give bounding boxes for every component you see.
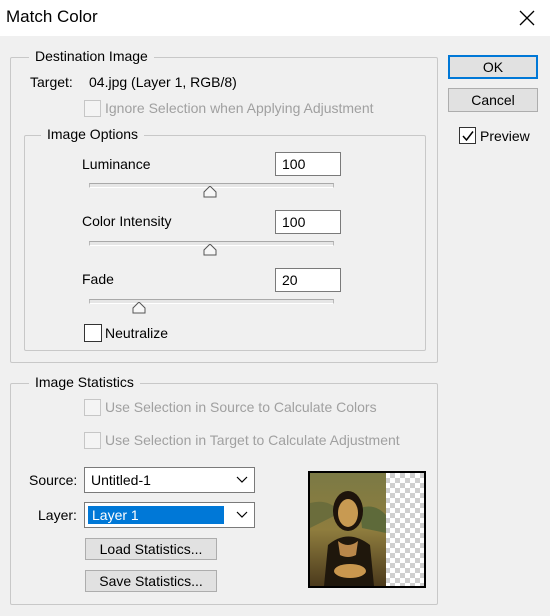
target-value: 04.jpg (Layer 1, RGB/8) xyxy=(89,74,237,90)
fade-input[interactable]: 20 xyxy=(275,268,341,292)
use-source-selection-checkbox[interactable] xyxy=(84,399,101,416)
preview-checkbox[interactable] xyxy=(459,127,476,144)
preview-label: Preview xyxy=(480,128,530,144)
luminance-label: Luminance xyxy=(82,156,151,172)
ignore-selection-label: Ignore Selection when Applying Adjustmen… xyxy=(105,100,374,116)
dialog-title: Match Color xyxy=(6,7,98,26)
layer-label: Layer: xyxy=(38,507,77,523)
use-source-selection-label: Use Selection in Source to Calculate Col… xyxy=(105,399,377,415)
layer-select-value: Layer 1 xyxy=(87,505,225,525)
checkmark-icon xyxy=(462,131,474,142)
neutralize-label: Neutralize xyxy=(105,325,169,341)
ok-button[interactable]: OK xyxy=(448,55,538,79)
save-statistics-button[interactable]: Save Statistics... xyxy=(85,570,217,592)
color-intensity-slider-thumb[interactable] xyxy=(203,244,217,256)
load-statistics-button[interactable]: Load Statistics... xyxy=(85,538,217,560)
portrait-image-icon xyxy=(310,473,424,586)
source-select[interactable]: Untitled-1 xyxy=(84,467,255,493)
use-target-selection-label: Use Selection in Target to Calculate Adj… xyxy=(105,432,400,448)
luminance-slider-thumb[interactable] xyxy=(203,186,217,198)
ignore-selection-checkbox[interactable] xyxy=(84,100,101,117)
fade-slider-thumb[interactable] xyxy=(132,302,146,314)
color-intensity-label: Color Intensity xyxy=(82,213,172,229)
close-icon xyxy=(519,10,535,26)
source-image-thumbnail xyxy=(308,471,426,588)
fade-label: Fade xyxy=(82,271,114,287)
fade-slider-track[interactable] xyxy=(89,299,334,304)
layer-select[interactable]: Layer 1 xyxy=(84,502,255,528)
destination-image-legend: Destination Image xyxy=(29,48,154,64)
title-bar: Match Color xyxy=(0,0,550,36)
source-label: Source: xyxy=(29,472,78,488)
target-label: Target: xyxy=(30,74,73,90)
color-intensity-input[interactable]: 100 xyxy=(275,210,341,234)
use-target-selection-checkbox[interactable] xyxy=(84,432,101,449)
chevron-down-icon xyxy=(236,511,248,518)
source-select-value: Untitled-1 xyxy=(91,472,151,488)
chevron-down-icon xyxy=(236,476,248,483)
image-options-legend: Image Options xyxy=(41,126,145,142)
cancel-button[interactable]: Cancel xyxy=(448,88,538,112)
image-statistics-legend: Image Statistics xyxy=(29,374,140,390)
luminance-input[interactable]: 100 xyxy=(275,152,341,176)
close-button[interactable] xyxy=(504,0,550,36)
neutralize-checkbox[interactable] xyxy=(84,324,102,342)
